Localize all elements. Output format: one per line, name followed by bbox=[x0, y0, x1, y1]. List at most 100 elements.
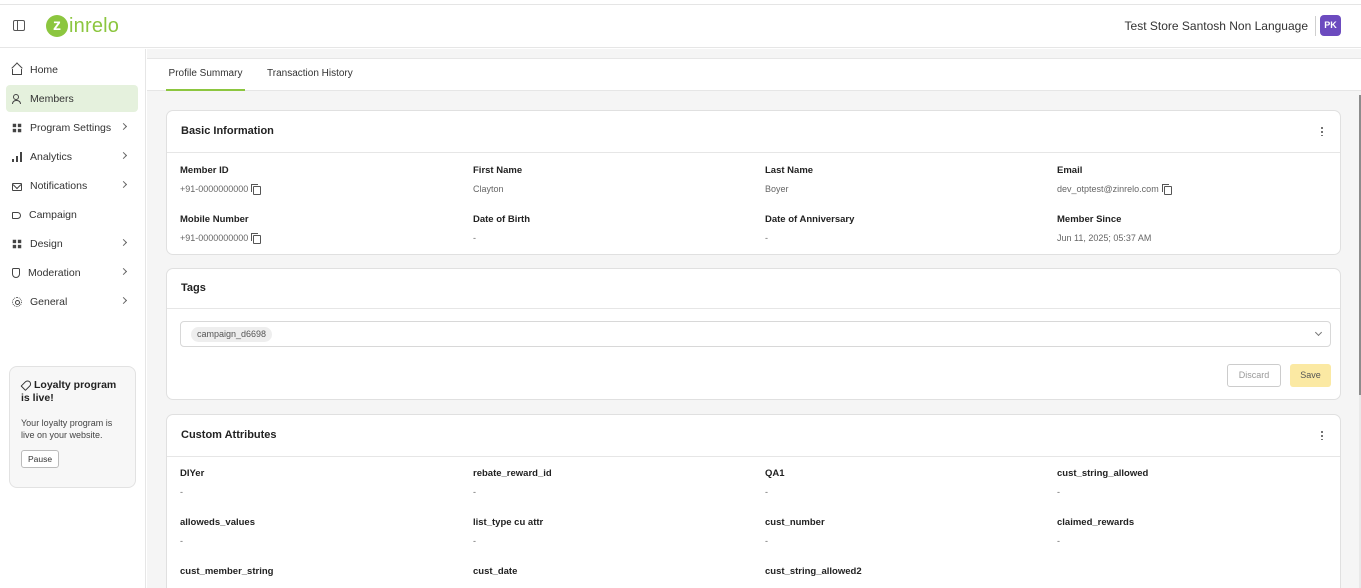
chevron-right-icon bbox=[119, 180, 128, 189]
discard-button[interactable]: Discard bbox=[1227, 364, 1281, 387]
rocket-icon bbox=[21, 379, 31, 389]
logo-mark: z bbox=[46, 15, 68, 37]
sidebar-item-design[interactable]: Design bbox=[6, 230, 138, 257]
sidebar-item-members[interactable]: Members bbox=[6, 85, 138, 112]
chevron-right-icon bbox=[119, 296, 128, 305]
card-title: Basic Information bbox=[167, 111, 1340, 153]
chevron-right-icon bbox=[119, 238, 128, 247]
copy-icon[interactable] bbox=[251, 232, 262, 244]
field-label: rebate_reward_id bbox=[473, 468, 552, 479]
card-title: Custom Attributes bbox=[167, 415, 1340, 457]
logo-text: inrelo bbox=[69, 14, 120, 37]
field-value: Boyer bbox=[765, 184, 789, 194]
field-label: First Name bbox=[473, 165, 523, 176]
basic-information-title: Basic Information bbox=[181, 125, 274, 137]
field-value: - bbox=[1057, 536, 1060, 546]
field-date-of-birth: Date of Birth - bbox=[473, 214, 753, 243]
tab-bar: Profile Summary Transaction History bbox=[147, 58, 1361, 91]
field-label: Date of Birth bbox=[473, 214, 530, 225]
field-label: Member Since bbox=[1057, 214, 1122, 225]
basic-information-card: Basic Information Member ID +91-00000000… bbox=[166, 110, 1341, 255]
sidebar-item-general[interactable]: General bbox=[6, 288, 138, 315]
chevron-right-icon bbox=[119, 151, 128, 160]
loyalty-title: Loyalty program is live! bbox=[21, 378, 124, 405]
design-icon bbox=[12, 239, 22, 248]
sidebar-item-program-settings[interactable]: Program Settings bbox=[6, 114, 138, 141]
attribute-field: cust_date bbox=[473, 566, 753, 577]
field-label: DIYer bbox=[180, 468, 205, 479]
top-bar: z inrelo Test Store Santosh Non Language… bbox=[0, 5, 1361, 48]
chevron-down-icon[interactable] bbox=[1314, 328, 1323, 337]
sidebar-item-label: Home bbox=[30, 63, 59, 76]
analytics-icon bbox=[12, 151, 22, 162]
field-label: Email bbox=[1057, 165, 1083, 176]
custom-attributes-card: Custom Attributes DIYer - rebate_reward_… bbox=[166, 414, 1341, 588]
field-first-name: First Name Clayton bbox=[473, 165, 753, 194]
field-label: Mobile Number bbox=[180, 214, 249, 225]
store-name[interactable]: Test Store Santosh Non Language bbox=[1125, 19, 1308, 33]
field-value: - bbox=[180, 536, 183, 546]
save-button[interactable]: Save bbox=[1290, 364, 1331, 387]
members-icon bbox=[12, 93, 22, 104]
field-value: - bbox=[765, 487, 768, 497]
attribute-field: DIYer - bbox=[180, 468, 460, 497]
sidebar-item-notifications[interactable]: Notifications bbox=[6, 172, 138, 199]
field-value: - bbox=[1057, 487, 1060, 497]
field-label: Last Name bbox=[765, 165, 814, 176]
sidebar-item-label: Moderation bbox=[28, 266, 81, 279]
field-label: cust_number bbox=[765, 517, 825, 528]
sidebar-item-home[interactable]: Home bbox=[6, 56, 138, 83]
sidebar-item-label: Members bbox=[30, 92, 74, 105]
tags-card: Tags campaign_d6698 Discard Save bbox=[166, 268, 1341, 400]
attribute-field: rebate_reward_id - bbox=[473, 468, 753, 497]
field-label: Member ID bbox=[180, 165, 229, 176]
attribute-field: claimed_rewards - bbox=[1057, 517, 1337, 546]
more-options-icon[interactable] bbox=[1321, 126, 1323, 136]
field-value: +91-0000000000 bbox=[180, 233, 249, 243]
sidebar-item-campaign[interactable]: Campaign bbox=[6, 201, 138, 228]
attribute-field: list_type cu attr - bbox=[473, 517, 753, 546]
sidebar-item-label: General bbox=[30, 295, 68, 308]
tag-chip[interactable]: campaign_d6698 bbox=[191, 327, 273, 342]
pause-button[interactable]: Pause bbox=[21, 450, 60, 468]
gear-icon bbox=[12, 296, 22, 307]
field-value: - bbox=[473, 233, 476, 243]
field-date-of-anniversary: Date of Anniversary - bbox=[765, 214, 1045, 243]
program-settings-icon bbox=[12, 123, 22, 132]
field-value: - bbox=[765, 536, 768, 546]
attribute-field: cust_member_string bbox=[180, 566, 460, 577]
attribute-field: cust_number - bbox=[765, 517, 1045, 546]
field-value-wrap: +91-0000000000 bbox=[180, 183, 460, 195]
loyalty-title-text: Loyalty program is live! bbox=[21, 379, 117, 404]
tags-title: Tags bbox=[181, 282, 206, 294]
field-email: Email dev_otptest@zinrelo.com bbox=[1057, 165, 1337, 195]
zinrelo-logo[interactable]: z inrelo bbox=[46, 13, 119, 39]
sidebar-item-label: Program Settings bbox=[30, 121, 112, 134]
field-member-id: Member ID +91-0000000000 bbox=[180, 165, 460, 195]
home-icon bbox=[12, 68, 22, 75]
shield-icon bbox=[12, 267, 20, 278]
sidebar-toggle-icon[interactable] bbox=[13, 20, 25, 31]
copy-icon[interactable] bbox=[1161, 183, 1172, 195]
field-value: - bbox=[473, 487, 476, 497]
copy-icon[interactable] bbox=[251, 183, 262, 195]
tab-transaction-history[interactable]: Transaction History bbox=[267, 59, 353, 91]
sidebar-item-analytics[interactable]: Analytics bbox=[6, 143, 138, 170]
mail-icon bbox=[12, 182, 22, 191]
sidebar-item-label: Design bbox=[30, 237, 63, 250]
field-label: cust_string_allowed bbox=[1057, 468, 1149, 479]
field-label: claimed_rewards bbox=[1057, 517, 1135, 528]
field-label: list_type cu attr bbox=[473, 517, 544, 528]
attribute-field: cust_string_allowed2 bbox=[765, 566, 1045, 577]
custom-attributes-title: Custom Attributes bbox=[181, 429, 277, 441]
field-value: - bbox=[765, 233, 768, 243]
field-member-since: Member Since Jun 11, 2025; 05:37 AM bbox=[1057, 214, 1337, 243]
avatar[interactable]: PK bbox=[1320, 15, 1341, 36]
tags-select[interactable]: campaign_d6698 bbox=[180, 321, 1331, 347]
header-divider bbox=[1315, 16, 1316, 36]
sidebar-item-moderation[interactable]: Moderation bbox=[6, 259, 138, 286]
field-value: - bbox=[180, 487, 183, 497]
tab-profile-summary[interactable]: Profile Summary bbox=[166, 59, 245, 91]
more-options-icon[interactable] bbox=[1321, 430, 1323, 440]
attribute-field: QA1 - bbox=[765, 468, 1045, 497]
